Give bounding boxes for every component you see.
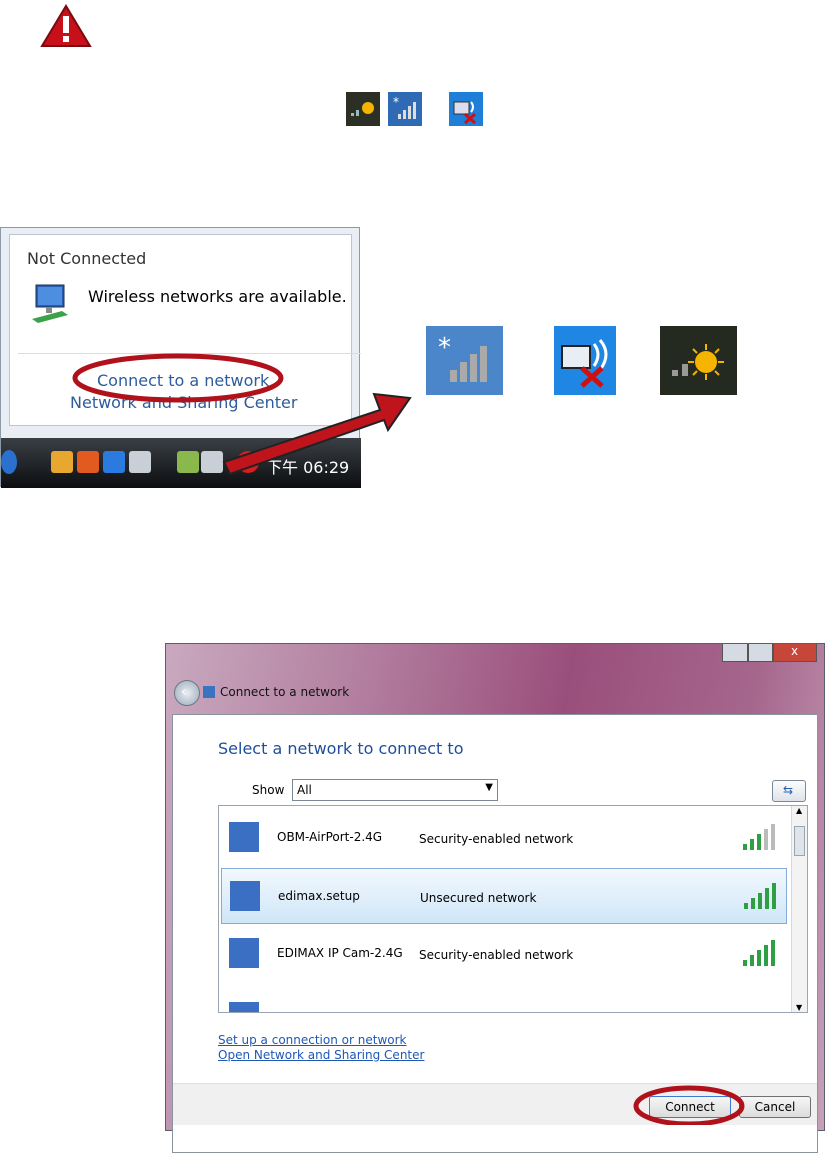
network-icon xyxy=(229,938,259,968)
power-icon[interactable] xyxy=(177,451,199,473)
connection-status-text: Not Connected xyxy=(27,249,147,268)
network-dialog-icon xyxy=(203,686,215,698)
cancel-button[interactable]: Cancel xyxy=(739,1096,811,1118)
show-label: Show xyxy=(252,783,285,797)
svg-text:*: * xyxy=(393,95,399,109)
dialog-content: Select a network to connect to Show All … xyxy=(172,714,818,1153)
signal-bars-icon xyxy=(743,824,775,850)
signal-available-icon: * xyxy=(388,92,422,126)
network-icon xyxy=(229,1002,259,1012)
help-icon[interactable] xyxy=(1,450,17,474)
dialog-footer: Connect Cancel xyxy=(173,1083,817,1125)
network-row-edimax-ipcam[interactable]: EDIMAX IP Cam-2.4G Security-enabled netw… xyxy=(221,926,787,982)
network-name: EDIMAX IP Cam-2.4G xyxy=(277,946,403,960)
networks-available-text: Wireless networks are available. xyxy=(88,287,347,306)
network-row-partial[interactable] xyxy=(221,988,787,1012)
scrollbar[interactable]: ▲ ▼ xyxy=(791,806,807,1012)
warning-icon xyxy=(40,4,92,47)
highlight-oval xyxy=(633,1085,745,1125)
display-icon[interactable] xyxy=(129,451,151,473)
dialog-title: Connect to a network xyxy=(220,685,350,699)
network-row-obm[interactable]: OBM-AirPort-2.4G Security-enabled networ… xyxy=(221,810,787,866)
network-security: Unsecured network xyxy=(420,891,537,905)
close-button[interactable]: x xyxy=(773,644,817,662)
scroll-up-icon[interactable]: ▲ xyxy=(796,806,802,815)
refresh-icon: ⇆ xyxy=(783,783,794,797)
network-disconnected-large-icon xyxy=(554,326,616,395)
signal-available-large-icon: * xyxy=(426,326,503,395)
java-app-icon[interactable] xyxy=(77,451,99,473)
setup-connection-link[interactable]: Set up a connection or network xyxy=(218,1033,406,1047)
window-controls: x xyxy=(722,644,818,663)
back-button[interactable]: ‹ xyxy=(174,680,200,706)
show-filter-select[interactable]: All ▼ xyxy=(292,779,498,801)
connect-network-dialog: x ‹ Connect to a network Select a networ… xyxy=(165,643,825,1153)
signal-searching-icon xyxy=(346,92,380,126)
scroll-down-icon[interactable]: ▼ xyxy=(796,1003,802,1012)
network-icon xyxy=(229,822,259,852)
network-name: edimax.setup xyxy=(278,889,360,903)
svg-text:*: * xyxy=(438,333,451,363)
network-disconnected-icon xyxy=(449,92,483,126)
dropbox-icon[interactable] xyxy=(103,451,125,473)
network-security: Security-enabled network xyxy=(419,832,574,846)
network-list: OBM-AirPort-2.4G Security-enabled networ… xyxy=(218,805,808,1013)
network-row-edimax-setup[interactable]: edimax.setup Unsecured network xyxy=(221,868,787,924)
refresh-button[interactable]: ⇆ xyxy=(772,780,806,802)
signal-bars-icon xyxy=(743,940,775,966)
open-sharing-center-link[interactable]: Open Network and Sharing Center xyxy=(218,1048,424,1062)
unsecured-network-icon xyxy=(230,881,260,911)
signal-searching-large-icon xyxy=(660,326,737,395)
scrollbar-thumb[interactable] xyxy=(794,826,805,856)
network-security: Security-enabled network xyxy=(419,948,574,962)
minimize-button[interactable] xyxy=(722,644,748,662)
pointer-arrow xyxy=(222,392,412,476)
network-name: OBM-AirPort-2.4G xyxy=(277,830,383,844)
chevron-down-icon: ▼ xyxy=(485,782,493,793)
signal-bars-icon xyxy=(744,883,776,909)
wireless-network-icon xyxy=(32,284,68,323)
show-filter-value: All xyxy=(297,783,312,797)
dialog-heading: Select a network to connect to xyxy=(218,739,464,758)
clock-app-icon[interactable] xyxy=(51,451,73,473)
maximize-button[interactable] xyxy=(748,644,773,662)
